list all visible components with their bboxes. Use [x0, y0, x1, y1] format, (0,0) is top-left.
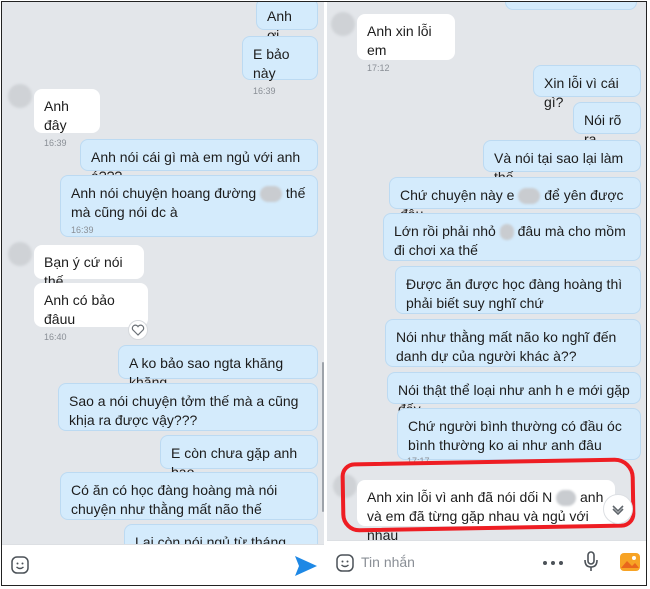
message-bubble[interactable]: Nói như thằng mất não ko nghĩ đến danh d…	[385, 319, 641, 367]
heart-icon	[131, 324, 145, 336]
chevron-down-icon	[612, 505, 624, 516]
message-bubble[interactable]: Anh nói chuyện hoang đường thế mà cũng n…	[60, 175, 318, 237]
message-bubble[interactable]: Anh xin lỗi em 17:12	[357, 14, 455, 73]
message-time: 17:12	[367, 63, 390, 73]
microphone-icon[interactable]	[583, 551, 599, 573]
message-text: Sao a nói chuyện tởm thế mà a cũng khịa …	[69, 393, 299, 428]
message-text: Anh có bảo đâuu	[44, 292, 115, 327]
message-bubble[interactable]	[505, 2, 637, 10]
message-bubble[interactable]: Lớn rồi phải nhỏ đâu mà cho mồm đi chơi …	[383, 213, 641, 261]
message-bubble[interactable]: Xin lỗi vì cái gì?	[533, 65, 641, 110]
message-input-bar: Tin nhắn	[327, 540, 646, 585]
sticker-icon[interactable]	[335, 553, 355, 573]
message-bubble[interactable]: E bảo này 16:39	[242, 36, 318, 96]
message-bubble[interactable]: Có ăn có học đàng hoàng mà nói chuyện nh…	[60, 472, 318, 520]
left-chat-panel: Anh ơi E bảo này 16:39 Anh đây 16:39 Anh…	[2, 2, 324, 585]
right-chat-panel: Anh xin lỗi em 17:12 Xin lỗi vì cái gì? …	[327, 2, 646, 585]
message-bubble[interactable]: Nói thật thể loại như anh h e mới gặp đấ…	[387, 372, 641, 417]
message-text: Anh đây	[44, 98, 69, 133]
message-bubble[interactable]: Anh ơi	[256, 2, 318, 43]
contact-avatar[interactable]	[8, 84, 32, 108]
message-bubble[interactable]: Và nói tại sao lại làm thế	[483, 140, 641, 185]
message-text: Anh xin lỗi em	[367, 23, 432, 58]
message-input-bar	[2, 544, 324, 585]
message-bubble[interactable]: Nói rõ ra	[573, 102, 641, 147]
message-text: E bảo này	[253, 46, 290, 81]
message-bubble[interactable]: Bạn ý cứ nói thế	[34, 245, 144, 289]
message-input[interactable]: Tin nhắn	[361, 554, 511, 570]
red-highlight-outline	[340, 457, 636, 533]
redacted-blur	[499, 224, 514, 241]
message-time: 16:40	[44, 332, 67, 342]
scroll-down-button[interactable]	[603, 494, 633, 524]
sticker-icon[interactable]	[10, 555, 30, 575]
redacted-blur	[260, 186, 283, 203]
redacted-blur	[518, 188, 541, 205]
reaction-button[interactable]	[128, 320, 148, 340]
contact-avatar[interactable]	[331, 12, 355, 36]
message-text: Lớn rồi phải nhỏ	[394, 223, 496, 239]
message-text: Nói như thằng mất não ko nghĩ đến danh d…	[396, 329, 617, 364]
message-time: 16:39	[253, 86, 276, 96]
more-icon[interactable]	[541, 558, 565, 568]
message-bubble[interactable]: Anh đây 16:39	[34, 89, 100, 148]
message-text: Chứ chuyện này e	[400, 187, 515, 203]
screenshot-frame: Anh ơi E bảo này 16:39 Anh đây 16:39 Anh…	[1, 1, 647, 586]
message-text: Anh nói chuyện hoang đường	[71, 185, 257, 201]
contact-avatar[interactable]	[8, 242, 32, 266]
send-icon[interactable]	[294, 555, 318, 577]
message-text: Có ăn có học đàng hoàng mà nói chuyện nh…	[71, 482, 278, 517]
message-bubble[interactable]: Anh nói cái gì mà em ngủ với anh á???	[80, 139, 318, 184]
message-bubble[interactable]: A ko bảo sao ngta khăng khăng	[118, 345, 318, 390]
message-text: Được ăn được học đàng hoàng thì phải biế…	[406, 276, 623, 311]
message-bubble[interactable]: Chứ chuyện này e để yên được đâu	[389, 177, 641, 222]
message-bubble[interactable]: Chứ người bình thường có đầu óc bình thư…	[397, 408, 641, 460]
message-bubble[interactable]: Sao a nói chuyện tởm thế mà a cũng khịa …	[58, 383, 318, 431]
image-icon[interactable]	[619, 552, 641, 572]
message-text: Chứ người bình thường có đầu óc bình thư…	[408, 418, 622, 453]
message-bubble[interactable]: Được ăn được học đàng hoàng thì phải biế…	[395, 266, 641, 314]
message-time: 16:39	[71, 225, 94, 235]
message-bubble[interactable]: E còn chưa gặp anh bao	[160, 435, 318, 480]
